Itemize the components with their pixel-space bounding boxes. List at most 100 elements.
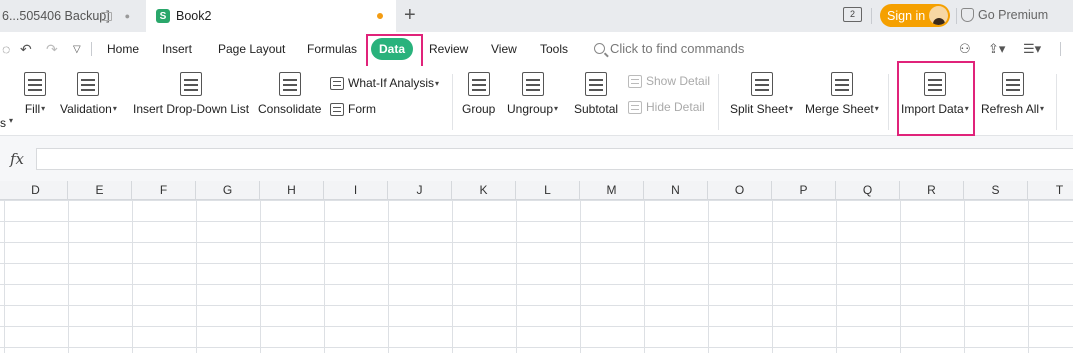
fill-button[interactable]: Fill▾ [24,72,46,116]
column-header-d[interactable]: D [4,181,68,200]
column-header-s[interactable]: S [964,181,1028,200]
column-headers: DEFGHIJKLMNOPQRST [0,181,1073,200]
column-header-h[interactable]: H [260,181,324,200]
show-detail-button[interactable]: Show Detail [628,74,710,88]
find-commands-placeholder: Click to find commands [610,41,745,56]
column-header-p[interactable]: P [772,181,836,200]
group-button[interactable]: Group [462,72,495,116]
column-header-q[interactable]: Q [836,181,900,200]
sign-in-button[interactable]: Sign in [880,4,950,27]
column-header-e[interactable]: E [68,181,132,200]
ribbon-divider [452,74,453,130]
avatar-icon [929,6,948,25]
column-header-i[interactable]: I [324,181,388,200]
validation-icon [77,72,100,96]
more-options-icon[interactable]: ☰▾ [1023,41,1041,57]
tab-book2[interactable]: S Book2 [146,0,396,32]
menu-review[interactable]: Review [429,42,468,56]
redo-icon[interactable]: ↷ [46,41,58,58]
divider [871,8,872,24]
undo-icon[interactable]: ↶ [20,41,32,58]
refresh-all-button[interactable]: Refresh All▾ [981,72,1044,116]
column-header-j[interactable]: J [388,181,452,200]
function-icon[interactable]: fx [10,150,24,168]
menu-tools[interactable]: Tools [540,42,568,56]
consolidate-button[interactable]: Consolidate [258,72,321,116]
merge-sheet-button[interactable]: Merge Sheet▾ [805,72,879,116]
form-label: Form [348,102,376,116]
column-header-r[interactable]: R [900,181,964,200]
divider [91,42,92,56]
ribbon-divider [888,74,889,130]
search-icon [594,43,605,54]
new-tab-button[interactable]: + [404,5,416,25]
show-detail-icon [628,74,642,88]
find-commands-search[interactable]: Click to find commands [594,41,744,56]
hide-detail-label: Hide Detail [646,100,705,114]
consolidate-icon [278,72,301,96]
ungroup-icon [521,72,544,96]
fill-label: Fill [24,102,41,116]
ungroup-label: Ungroup [507,102,554,116]
what-if-analysis-button[interactable]: What-If Analysis ▾ [330,76,439,90]
column-header-g[interactable]: G [196,181,260,200]
unsaved-indicator-icon [377,13,383,19]
share-user-icon[interactable]: ⚇ [959,41,971,57]
hide-detail-button[interactable]: Hide Detail [628,100,705,114]
share-icon[interactable]: ⇪▾ [988,41,1005,57]
split-sheet-button[interactable]: Split Sheet▾ [730,72,793,116]
insert-dropdown-list-button[interactable]: Insert Drop-Down List [133,72,249,116]
go-premium-button[interactable]: Go Premium [961,8,1048,22]
menu-home[interactable]: Home [107,42,139,56]
window-layout-button[interactable]: 2 [843,7,862,22]
open-folder-icon[interactable]: ◌ [2,41,10,57]
ungroup-button[interactable]: Ungroup▾ [507,72,558,116]
customize-toolbar-icon[interactable]: ▽ [73,44,81,55]
chevron-down-icon: ▾ [435,78,440,88]
column-header-m[interactable]: M [580,181,644,200]
group-label: Group [462,102,496,116]
column-header-f[interactable]: F [132,181,196,200]
chevron-down-icon: ▾ [9,116,14,125]
formula-bar: fx [0,136,1073,181]
refresh-icon [1001,72,1024,96]
chevron-down-icon: ▾ [41,104,46,113]
spreadsheet-logo-icon: S [156,9,170,23]
chevron-down-icon: ▾ [1040,104,1045,113]
tab-backup-document[interactable]: 6...505406 Backup] ● [0,0,146,32]
merge-sheet-icon [830,72,853,96]
ribbon-divider [1056,74,1057,130]
subtotal-label: Subtotal [574,102,619,116]
column-header-l[interactable]: L [516,181,580,200]
refresh-all-label: Refresh All [981,102,1040,116]
validation-label: Validation [60,102,112,116]
menu-page-layout[interactable]: Page Layout [218,42,285,56]
menu-insert[interactable]: Insert [162,42,192,56]
menu-formulas[interactable]: Formulas [307,42,357,56]
show-detail-label: Show Detail [646,74,711,88]
form-button[interactable]: Form [330,102,376,116]
fill-icon [24,72,46,96]
tab-book2-title: Book2 [176,9,212,23]
subtotal-icon [585,72,608,96]
validation-button[interactable]: Validation▾ [60,72,117,116]
spreadsheet-grid[interactable] [0,181,1073,353]
subtotal-button[interactable]: Subtotal [574,72,618,116]
divider [1060,42,1061,56]
formula-input[interactable] [36,148,1073,170]
divider [956,8,957,24]
merge-sheet-label: Merge Sheet [805,102,874,116]
column-header-o[interactable]: O [708,181,772,200]
import-data-highlight [897,61,975,136]
tab-preview-icon[interactable] [101,11,112,21]
what-if-analysis-icon [330,76,344,90]
insert-dropdown-list-label: Insert Drop-Down List [133,102,250,116]
menu-view[interactable]: View [491,42,517,56]
chevron-down-icon: ▾ [789,104,794,113]
split-sheet-icon [750,72,773,96]
column-header-k[interactable]: K [452,181,516,200]
consolidate-label: Consolidate [258,102,322,116]
column-header-t[interactable]: T [1028,181,1073,200]
column-header-n[interactable]: N [644,181,708,200]
close-tab-icon[interactable]: ● [125,11,130,21]
